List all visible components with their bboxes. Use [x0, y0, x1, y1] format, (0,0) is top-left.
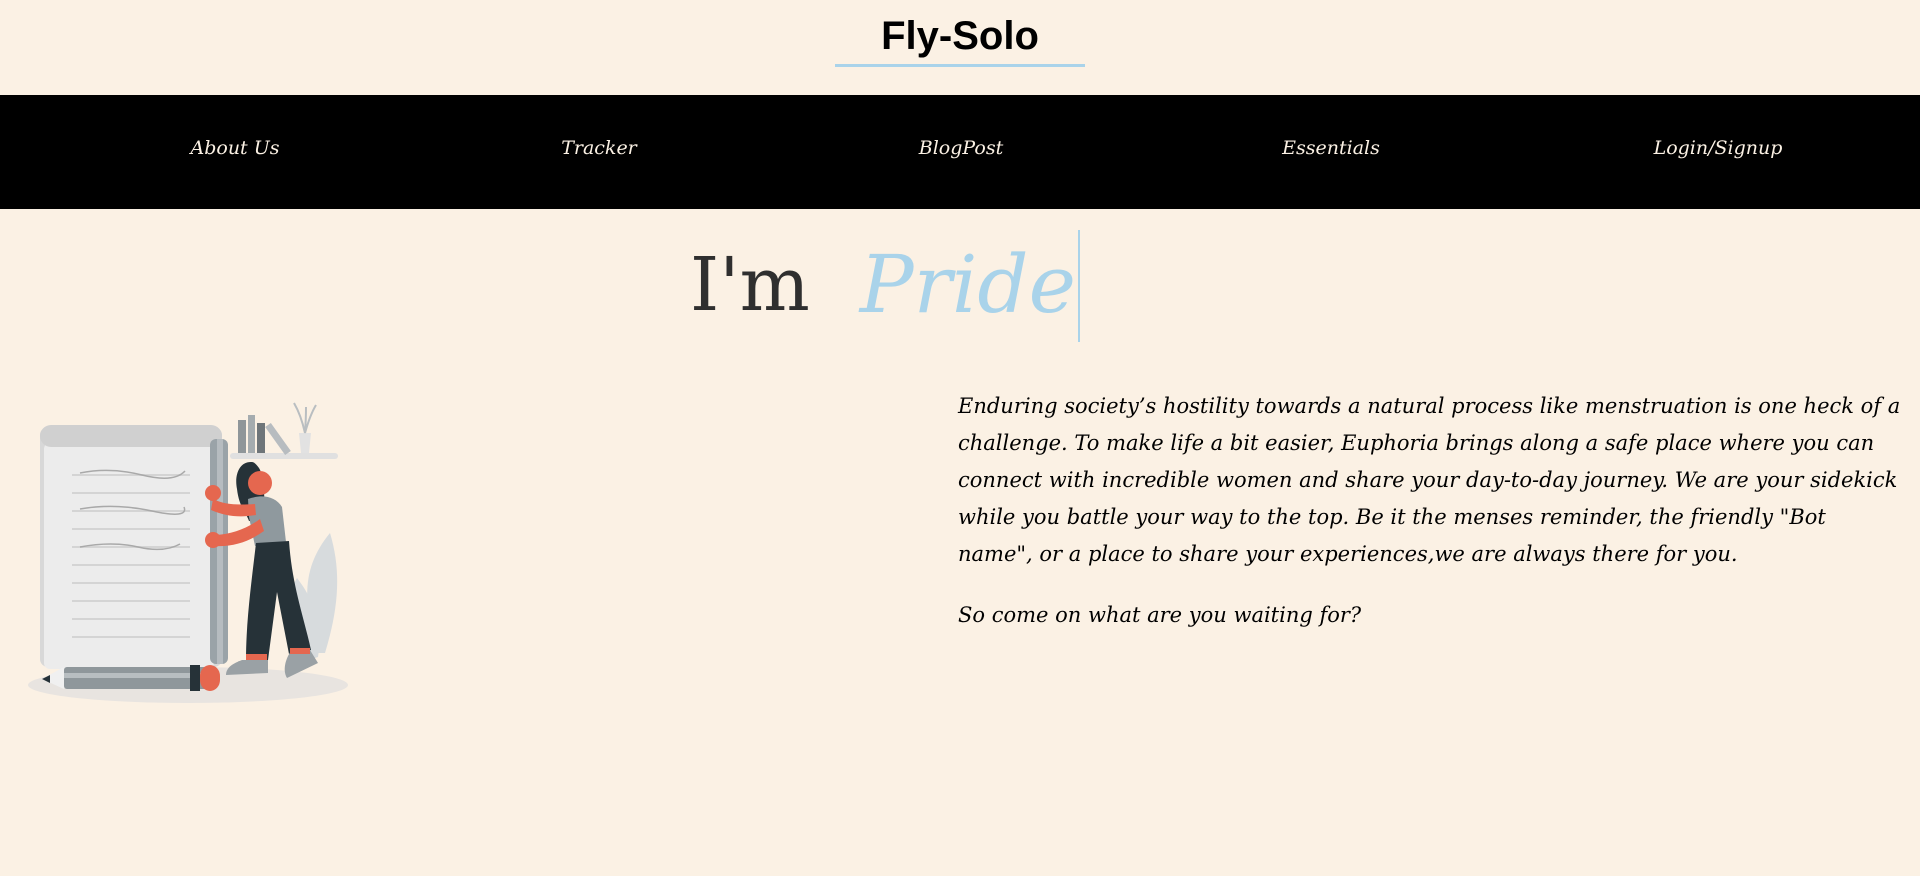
woman-hand-bottom	[205, 532, 221, 548]
site-title: Fly-Solo	[881, 14, 1039, 58]
vase-shape	[299, 433, 311, 453]
book-two	[248, 415, 255, 453]
nav-blogpost-link[interactable]: BlogPost	[851, 136, 1071, 160]
page: Fly-Solo About Us Tracker BlogPost Essen…	[0, 0, 1920, 876]
nav-tracker-link[interactable]: Tracker	[489, 136, 709, 160]
title-underline	[835, 64, 1085, 67]
woman-with-notepad-illustration	[20, 395, 350, 715]
hero-typed-heading: I'm Pride	[690, 235, 1076, 335]
plant-stems	[293, 402, 317, 434]
woman-hand-top	[205, 485, 221, 501]
woman-head	[248, 471, 272, 495]
typing-caret	[1078, 230, 1080, 342]
woman-sock-left	[246, 654, 267, 660]
hero-prefix: I'm	[690, 242, 810, 328]
pencil-vertical-edge	[217, 439, 223, 664]
main-navbar: About Us Tracker BlogPost Essentials Log…	[0, 95, 1920, 209]
pencil-horizontal-highlight	[64, 673, 210, 678]
woman-shirt	[248, 496, 286, 546]
leaning-book	[265, 422, 291, 456]
nav-login-signup-link[interactable]: Login/Signup	[1608, 136, 1828, 160]
book-one	[238, 420, 246, 453]
site-header: Fly-Solo	[0, 0, 1920, 95]
book-three	[257, 423, 265, 453]
shelf-shape	[230, 453, 338, 459]
hero-typed-word: Pride	[859, 238, 1076, 331]
intro-copy: Enduring society’s hostility towards a n…	[958, 388, 1903, 634]
nav-about-us-link[interactable]: About Us	[125, 136, 345, 160]
woman-with-notepad-svg	[28, 402, 348, 703]
notepad-binding	[40, 425, 222, 447]
call-to-action: So come on what are you waiting for?	[958, 603, 1362, 627]
intro-paragraph: Enduring society’s hostility towards a n…	[958, 394, 1901, 566]
pencil-eraser	[200, 665, 220, 691]
woman-shoe-left	[226, 660, 268, 675]
pencil-ferrule	[190, 665, 200, 691]
woman-sock-right	[290, 648, 310, 654]
notepad-page	[44, 443, 214, 669]
nav-essentials-link[interactable]: Essentials	[1221, 136, 1441, 160]
